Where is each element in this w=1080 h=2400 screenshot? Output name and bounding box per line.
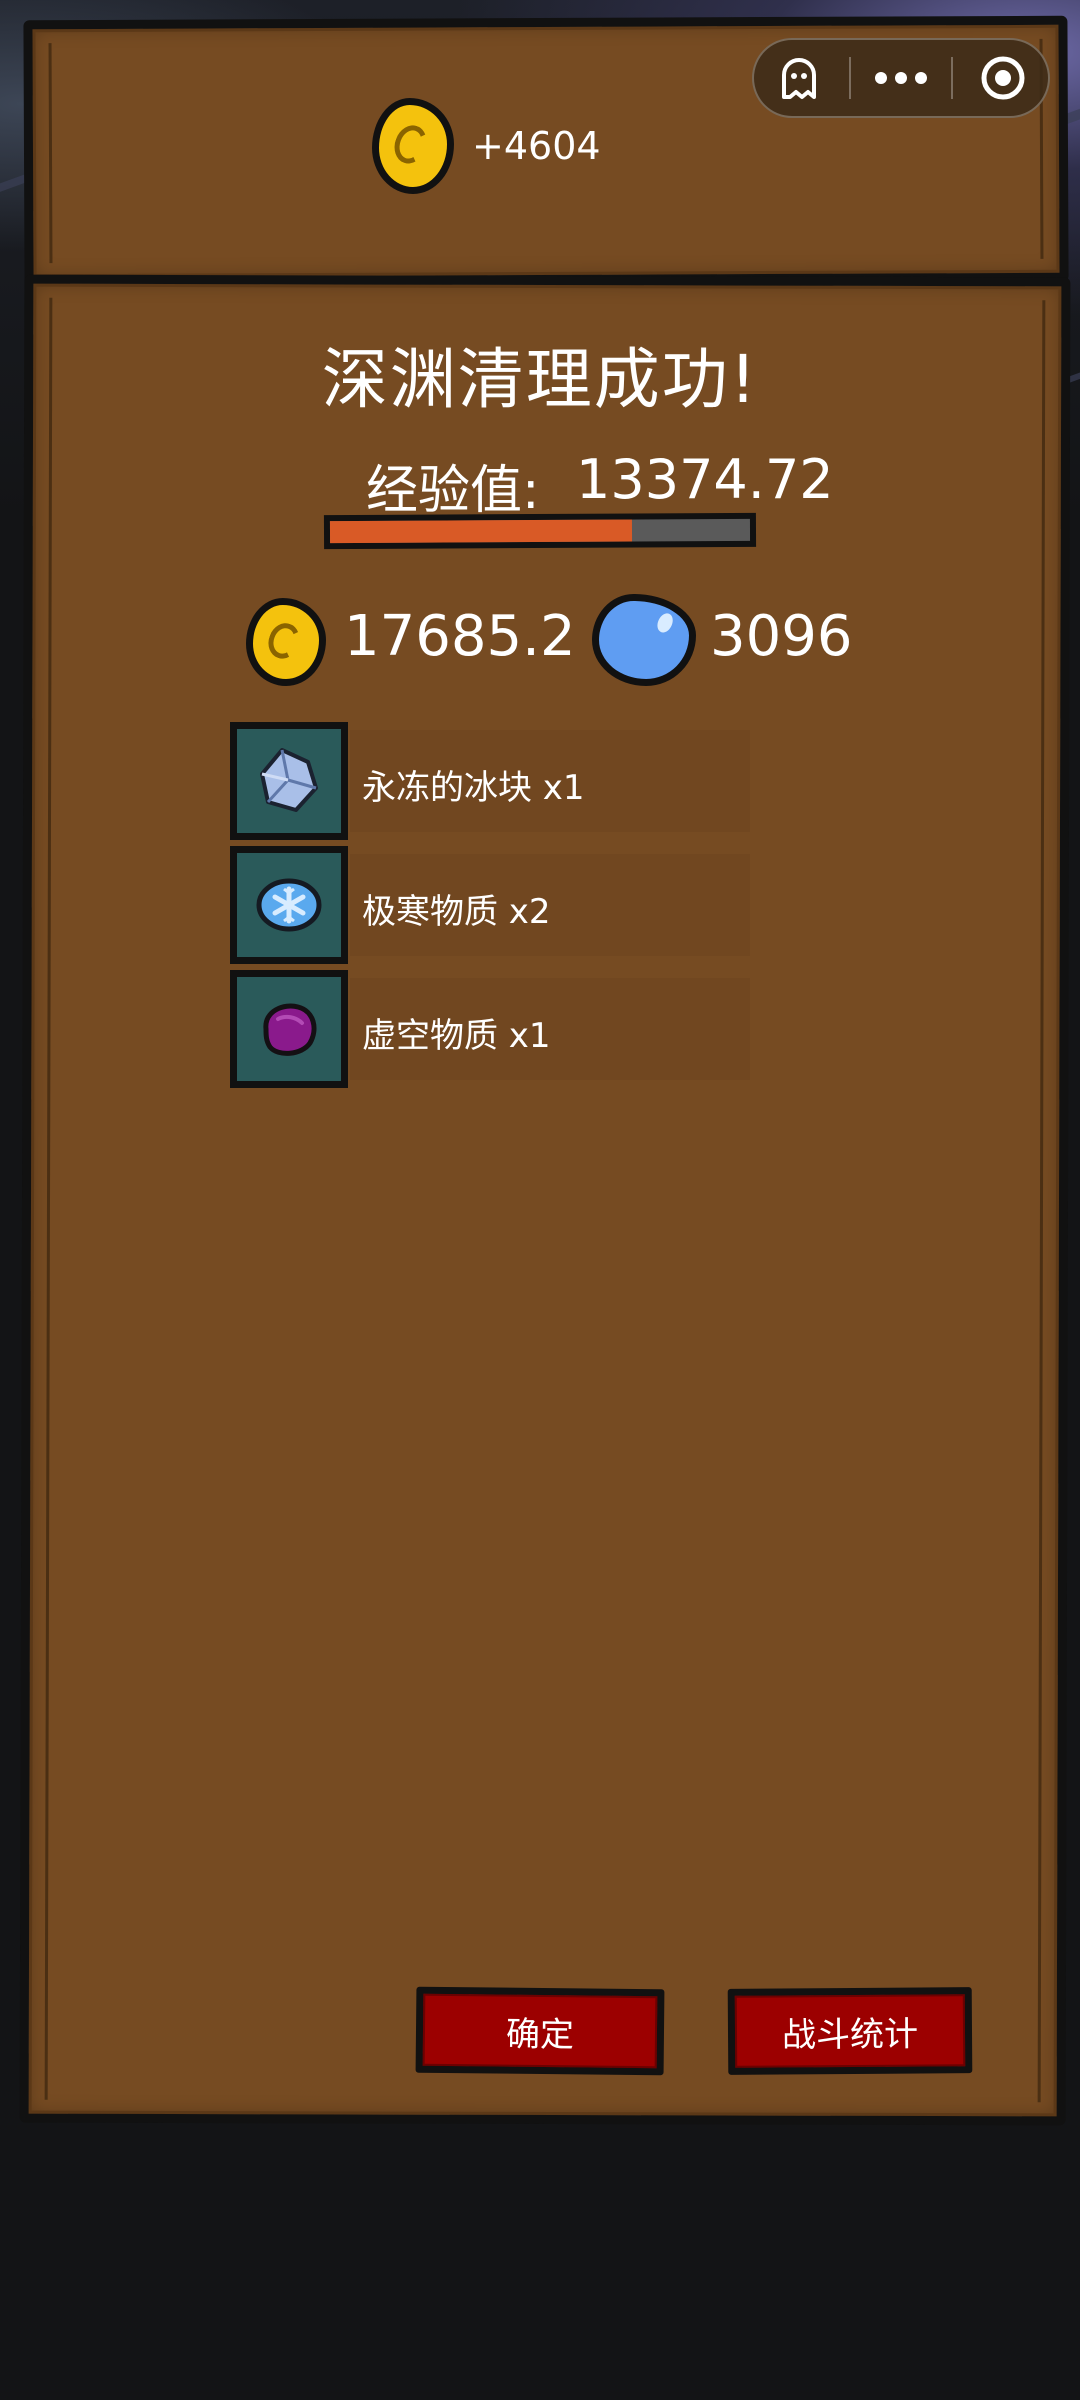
- exp-progress-track: [329, 518, 751, 544]
- exp-label: 经验值:: [366, 461, 540, 521]
- ice-crystal-icon: [260, 748, 318, 812]
- ghost-icon: [782, 58, 816, 99]
- game-screen: +4604 深渊清理成功! 经验值: 13374.72 17685.2 3096…: [0, 0, 1080, 2400]
- reward-label: 永冻的冰块 x1: [362, 768, 585, 808]
- exp-progress-bar: [323, 512, 757, 550]
- frost-matter-icon: [256, 878, 322, 932]
- ghost-button[interactable]: [759, 46, 839, 110]
- gem-total: 3096: [710, 604, 853, 669]
- capsule-divider: [849, 57, 851, 99]
- reward-label: 虚空物质 x1: [362, 1016, 551, 1056]
- gold-gain-text: +4604: [472, 124, 601, 168]
- reward-item[interactable]: 极寒物质 x2: [230, 846, 750, 964]
- battle-stats-button[interactable]: 战斗统计: [727, 1987, 973, 2075]
- capsule-divider: [951, 57, 953, 99]
- reward-item[interactable]: 虚空物质 x1: [230, 970, 750, 1088]
- gold-total: 17685.2: [344, 604, 576, 669]
- close-button[interactable]: [963, 46, 1043, 110]
- gold-coin-icon: [372, 98, 454, 194]
- reward-slot: [230, 722, 348, 840]
- exp-progress-fill: [329, 519, 633, 544]
- reward-label: 极寒物质 x2: [362, 892, 551, 932]
- confirm-button[interactable]: 确定: [415, 1986, 665, 2076]
- void-matter-icon: [263, 1003, 317, 1056]
- reward-item[interactable]: 永冻的冰块 x1: [230, 722, 750, 840]
- gold-coin-icon: [246, 598, 326, 686]
- result-panel: [19, 274, 1071, 2126]
- reward-slot: [230, 970, 348, 1088]
- close-circle-icon: [981, 56, 1025, 100]
- exp-value: 13374.72: [576, 448, 834, 511]
- capsule-menu: [752, 38, 1050, 118]
- result-title: 深渊清理成功!: [321, 341, 759, 418]
- reward-slot: [230, 846, 348, 964]
- more-button[interactable]: [861, 46, 941, 110]
- more-dots-icon: [875, 72, 927, 84]
